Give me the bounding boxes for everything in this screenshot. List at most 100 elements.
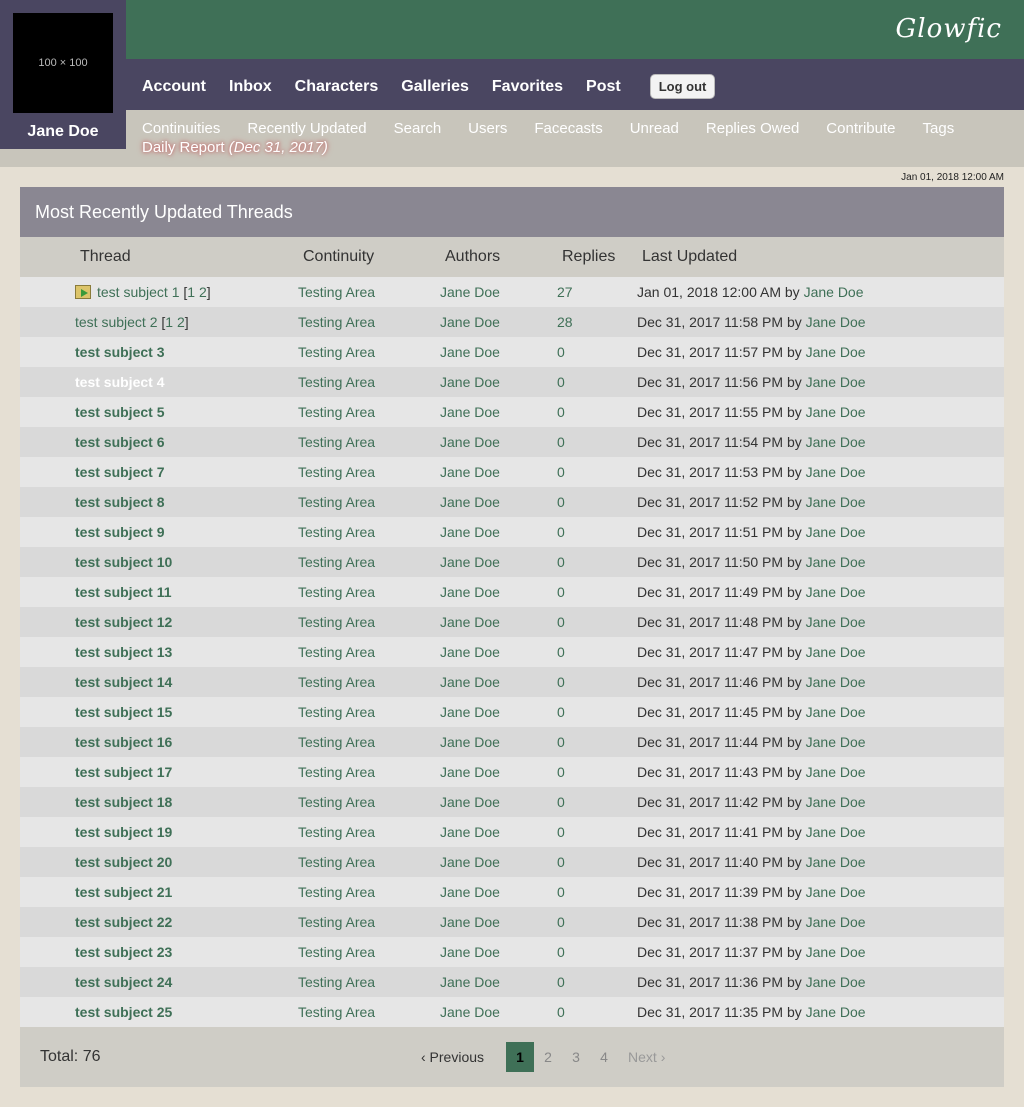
author-link[interactable]: Jane Doe [440,614,500,630]
replies-link[interactable]: 0 [557,344,565,360]
last-updated-time[interactable]: Dec 31, 2017 11:41 PM [637,824,783,840]
author-link[interactable]: Jane Doe [440,494,500,510]
thread-subject-link[interactable]: test subject 17 [75,764,172,780]
nav-post[interactable]: Post [586,78,621,96]
last-updated-by-link[interactable]: Jane Doe [806,584,866,600]
page-link-1[interactable]: 1 [506,1042,535,1072]
last-updated-time[interactable]: Dec 31, 2017 11:58 PM [637,314,783,330]
last-updated-by-link[interactable]: Jane Doe [806,374,866,390]
replies-link[interactable]: 0 [557,524,565,540]
last-updated-by-link[interactable]: Jane Doe [806,734,866,750]
replies-link[interactable]: 0 [557,944,565,960]
last-updated-time[interactable]: Dec 31, 2017 11:37 PM [637,944,783,960]
last-updated-by-link[interactable]: Jane Doe [806,974,866,990]
last-updated-time[interactable]: Dec 31, 2017 11:40 PM [637,854,783,870]
thread-subject-link[interactable]: test subject 19 [75,824,172,840]
thread-subject-link[interactable]: test subject 18 [75,794,172,810]
subnav-search[interactable]: Search [394,120,442,137]
continuity-link[interactable]: Testing Area [298,434,375,450]
daily-report-link[interactable]: Daily Report (Dec 31, 2017) [142,139,328,156]
author-link[interactable]: Jane Doe [440,884,500,900]
author-link[interactable]: Jane Doe [440,944,500,960]
site-logo[interactable]: Glowfic [896,14,1003,44]
last-updated-time[interactable]: Dec 31, 2017 11:55 PM [637,404,783,420]
last-updated-time[interactable]: Dec 31, 2017 11:47 PM [637,644,783,660]
last-updated-time[interactable]: Jan 01, 2018 12:00 AM [637,284,781,300]
last-updated-time[interactable]: Dec 31, 2017 11:53 PM [637,464,783,480]
last-updated-by-link[interactable]: Jane Doe [806,434,866,450]
author-link[interactable]: Jane Doe [440,374,500,390]
continuity-link[interactable]: Testing Area [298,584,375,600]
replies-link[interactable]: 0 [557,464,565,480]
thread-subject-link[interactable]: test subject 11 [75,584,172,600]
author-link[interactable]: Jane Doe [440,854,500,870]
last-updated-by-link[interactable]: Jane Doe [806,494,866,510]
thread-subject-link[interactable]: test subject 21 [75,884,172,900]
continuity-link[interactable]: Testing Area [298,614,375,630]
replies-link[interactable]: 0 [557,764,565,780]
avatar[interactable]: 100 × 100 [13,13,113,113]
last-updated-time[interactable]: Dec 31, 2017 11:39 PM [637,884,783,900]
last-updated-time[interactable]: Dec 31, 2017 11:45 PM [637,704,783,720]
continuity-link[interactable]: Testing Area [298,374,375,390]
replies-link[interactable]: 0 [557,404,565,420]
last-updated-by-link[interactable]: Jane Doe [806,404,866,420]
last-updated-time[interactable]: Dec 31, 2017 11:49 PM [637,584,783,600]
last-updated-by-link[interactable]: Jane Doe [806,524,866,540]
previous-page-link[interactable]: ‹ Previous [421,1049,484,1065]
thread-subject-link[interactable]: test subject 16 [75,734,172,750]
replies-link[interactable]: 0 [557,494,565,510]
continuity-link[interactable]: Testing Area [298,854,375,870]
thread-subject-link[interactable]: test subject 14 [75,674,172,690]
continuity-link[interactable]: Testing Area [298,884,375,900]
last-updated-time[interactable]: Dec 31, 2017 11:57 PM [637,344,783,360]
thread-subject-link[interactable]: test subject 8 [75,494,164,510]
continuity-link[interactable]: Testing Area [298,524,375,540]
last-updated-time[interactable]: Dec 31, 2017 11:51 PM [637,524,783,540]
page-link-3[interactable]: 3 [562,1042,590,1072]
last-updated-time[interactable]: Dec 31, 2017 11:52 PM [637,494,783,510]
nav-account[interactable]: Account [142,78,206,96]
continuity-link[interactable]: Testing Area [298,764,375,780]
author-link[interactable]: Jane Doe [440,344,500,360]
replies-link[interactable]: 0 [557,974,565,990]
author-link[interactable]: Jane Doe [440,824,500,840]
thread-subject-link[interactable]: test subject 25 [75,1004,172,1020]
last-updated-by-link[interactable]: Jane Doe [806,764,866,780]
subnav-contribute[interactable]: Contribute [826,120,895,137]
nav-favorites[interactable]: Favorites [492,78,563,96]
last-updated-time[interactable]: Dec 31, 2017 11:56 PM [637,374,783,390]
last-updated-by-link[interactable]: Jane Doe [806,704,866,720]
last-updated-by-link[interactable]: Jane Doe [806,914,866,930]
replies-link[interactable]: 28 [557,314,573,330]
nav-characters[interactable]: Characters [295,78,379,96]
last-updated-by-link[interactable]: Jane Doe [806,344,866,360]
thread-subject-link[interactable]: test subject 20 [75,854,172,870]
subnav-users[interactable]: Users [468,120,507,137]
subnav-facecasts[interactable]: Facecasts [534,120,602,137]
subnav-recently-updated[interactable]: Recently Updated [247,120,366,137]
continuity-link[interactable]: Testing Area [298,794,375,810]
replies-link[interactable]: 0 [557,374,565,390]
continuity-link[interactable]: Testing Area [298,974,375,990]
last-updated-time[interactable]: Dec 31, 2017 11:36 PM [637,974,783,990]
subnav-tags[interactable]: Tags [923,120,955,137]
replies-link[interactable]: 0 [557,674,565,690]
last-updated-by-link[interactable]: Jane Doe [806,554,866,570]
last-updated-time[interactable]: Dec 31, 2017 11:38 PM [637,914,783,930]
username[interactable]: Jane Doe [0,123,126,141]
replies-link[interactable]: 0 [557,794,565,810]
author-link[interactable]: Jane Doe [440,914,500,930]
thread-subject-link[interactable]: test subject 9 [75,524,164,540]
replies-link[interactable]: 0 [557,434,565,450]
thread-subject-link[interactable]: test subject 10 [75,554,172,570]
continuity-link[interactable]: Testing Area [298,404,375,420]
thread-subject-link[interactable]: test subject 3 [75,344,164,360]
replies-link[interactable]: 0 [557,554,565,570]
author-link[interactable]: Jane Doe [440,764,500,780]
continuity-link[interactable]: Testing Area [298,944,375,960]
thread-subject-link[interactable]: test subject 2 [75,314,158,330]
last-updated-by-link[interactable]: Jane Doe [806,464,866,480]
nav-inbox[interactable]: Inbox [229,78,272,96]
last-updated-time[interactable]: Dec 31, 2017 11:42 PM [637,794,783,810]
